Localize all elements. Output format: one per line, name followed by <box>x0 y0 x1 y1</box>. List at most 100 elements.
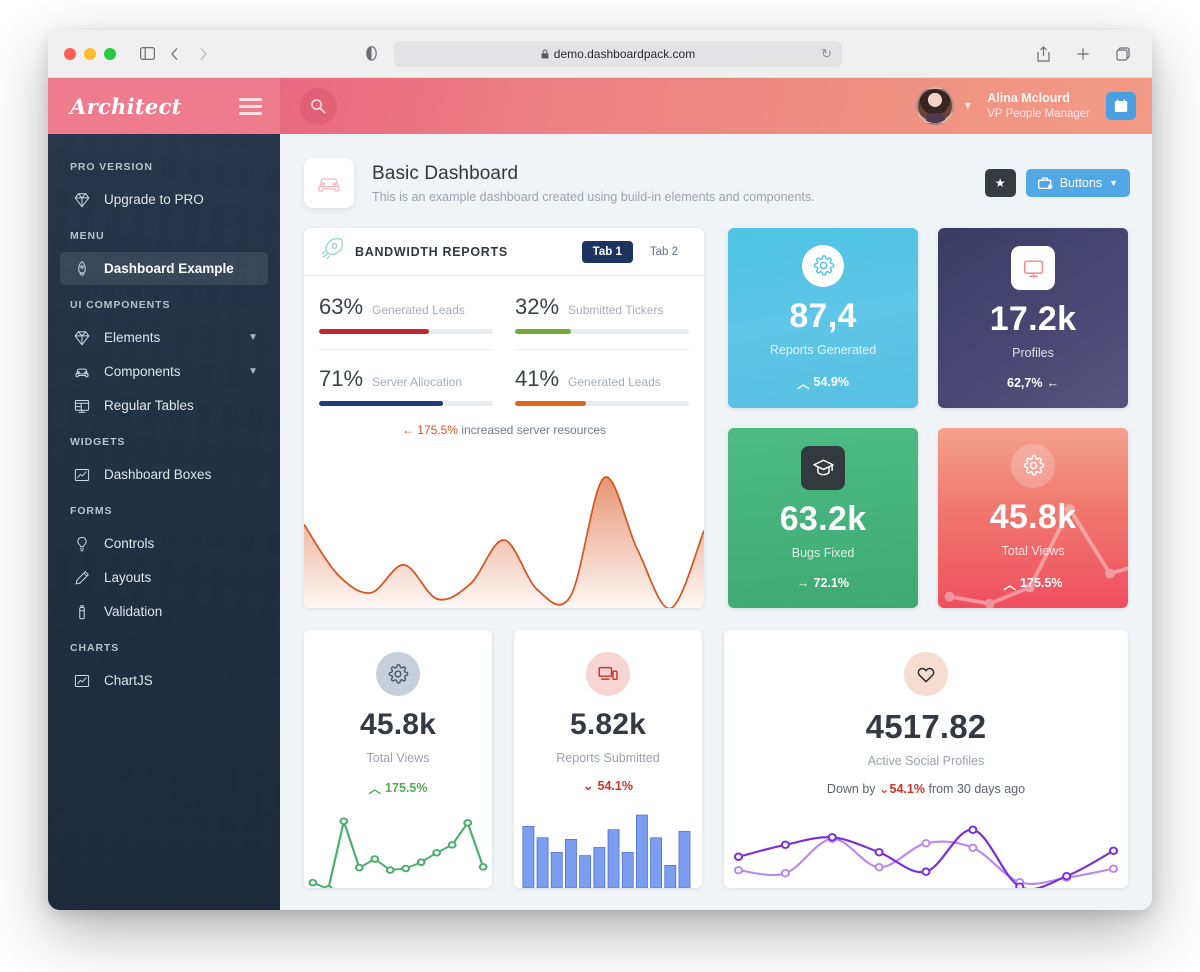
multi-line-chart-svg <box>733 825 1119 888</box>
page-header: Basic Dashboard This is an example dashb… <box>296 134 1136 228</box>
address-bar[interactable]: demo.dashboardpack.com ↻ <box>394 40 842 67</box>
bandwidth-tabs[interactable]: Tab 1 Tab 2 <box>581 240 689 263</box>
calendar-icon[interactable] <box>1106 92 1136 120</box>
sidebar-item-label: ChartJS <box>104 673 153 688</box>
widget-delta: ⌄ 54.1% <box>583 778 633 794</box>
hamburger-menu-icon[interactable] <box>239 97 262 115</box>
sidebar-item-label: Regular Tables <box>104 398 194 413</box>
chevron-down-icon[interactable]: ▼ <box>248 366 258 377</box>
sidebar-item-upgrade-to-pro[interactable]: Upgrade to PRO <box>60 183 268 216</box>
chevron-down-icon[interactable]: ▼ <box>962 100 973 112</box>
chart-icon <box>74 468 89 481</box>
sidebar: PRO VERSION Upgrade to PRO MENU Dashboard E… <box>48 134 280 910</box>
table-icon <box>74 399 89 413</box>
sidebar-toggle-icon[interactable] <box>134 41 160 67</box>
brand-zone: Architect <box>48 78 280 134</box>
gear-icon <box>802 244 844 287</box>
stat-value: 87,4 <box>789 296 857 335</box>
rocket-icon <box>72 259 91 278</box>
buttons-dropdown-button[interactable]: Buttons ▼ <box>1025 169 1130 197</box>
tab-overview-icon[interactable] <box>1110 41 1136 67</box>
widget-chart <box>304 803 492 888</box>
stat-tile-profiles[interactable]: 17.2k Profiles 62,7% ← <box>938 228 1128 408</box>
metric-1: 63% Generated Leads <box>319 294 493 349</box>
sidebar-item-validation[interactable]: Validation <box>60 595 268 628</box>
share-icon[interactable] <box>1030 41 1056 67</box>
user-menu[interactable]: ▼ Alina Mclourd VP People Manager <box>916 87 1136 125</box>
sidebar-item-label: Components <box>104 364 181 379</box>
sidebar-item-layouts[interactable]: Layouts <box>60 561 268 594</box>
privacy-shield-icon[interactable] <box>358 41 384 67</box>
stat-tile-reports-generated[interactable]: 87,4 Reports Generated ︿ 54.9% <box>728 228 918 408</box>
bandwidth-card-title: BANDWIDTH REPORTS <box>355 244 508 259</box>
window-traffic-lights[interactable] <box>64 47 116 60</box>
arrow-left-icon: ← <box>401 423 414 437</box>
minimize-window-button[interactable] <box>84 47 96 60</box>
area-chart-svg <box>304 476 704 608</box>
diamond-icon <box>72 328 91 347</box>
browser-chrome: demo.dashboardpack.com ↻ <box>48 30 1152 78</box>
sidebar-item-dashboard-example[interactable]: Dashboard Example <box>60 252 268 285</box>
bandwidth-metrics: 63% Generated Leads 32% Submitted Ticker… <box>319 294 689 421</box>
search-icon[interactable] <box>300 87 337 125</box>
new-tab-icon[interactable] <box>1070 41 1096 67</box>
browser-window: demo.dashboardpack.com ↻ Architect ▼ Ali… <box>48 30 1152 910</box>
arrow-up-icon: ︿ <box>1003 577 1017 592</box>
stat-label: Bugs Fixed <box>791 546 855 560</box>
monitor-icon <box>1023 259 1043 277</box>
reload-icon[interactable]: ↻ <box>821 46 832 62</box>
nav-section-heading: PRO VERSION <box>70 161 153 173</box>
chart-icon <box>72 465 91 484</box>
sidebar-item-components[interactable]: Components ▼ <box>60 355 268 388</box>
sidebar-item-controls[interactable]: Controls <box>60 527 268 560</box>
arrow-left-icon: ← <box>1046 376 1059 390</box>
stat-tile-bugs-fixed[interactable]: 63.2k Bugs Fixed → 72.1% <box>728 428 918 608</box>
pen-icon <box>75 570 89 584</box>
header-main: ▼ Alina Mclourd VP People Manager <box>280 78 1152 134</box>
stat-tile-total-views[interactable]: 45.8k Total Views ︿ 175.5% <box>938 428 1128 608</box>
heart-icon <box>917 667 935 683</box>
widget-delta: ︿ 175.5% <box>369 778 428 797</box>
table-icon <box>72 396 91 415</box>
pen-icon <box>72 568 91 587</box>
progress-fill <box>515 329 571 334</box>
tab-tab-2[interactable]: Tab 2 <box>639 241 689 263</box>
stat-delta-value: 54.9% <box>813 375 849 389</box>
metric-label: Submitted Tickers <box>568 303 664 317</box>
avatar[interactable] <box>916 87 955 125</box>
metric-percent: 32% <box>515 294 560 319</box>
metric-label: Generated Leads <box>372 303 465 317</box>
url-text: demo.dashboardpack.com <box>541 47 695 61</box>
metric-4: 41% Generated Leads <box>515 349 689 421</box>
widget-card-active-social-profiles: 4517.82 Active Social Profiles Down by ⌄… <box>724 630 1128 888</box>
stat-label: Total Views <box>1001 543 1065 558</box>
sidebar-item-chartjs[interactable]: ChartJS <box>60 664 268 697</box>
widget-chart <box>724 802 1128 888</box>
sidebar-item-elements[interactable]: Elements ▼ <box>60 321 268 354</box>
sidebar-item-dashboard-boxes[interactable]: Dashboard Boxes <box>60 458 268 491</box>
usb-icon <box>78 604 85 619</box>
bulb-icon <box>76 536 87 551</box>
bar-chart-svg <box>522 814 691 888</box>
sidebar-item-label: Validation <box>104 604 163 619</box>
sidebar-item-regular-tables[interactable]: Regular Tables <box>60 389 268 422</box>
bandwidth-note: ← 175.5% increased server resources <box>319 423 689 437</box>
maximize-window-button[interactable] <box>104 47 116 60</box>
brand-logo[interactable]: Architect <box>70 94 182 119</box>
back-icon[interactable] <box>162 41 188 67</box>
bandwidth-area-chart <box>304 437 704 608</box>
tab-tab-1[interactable]: Tab 1 <box>581 240 633 263</box>
widget-value: 45.8k <box>359 708 437 741</box>
widget-chart <box>514 799 702 888</box>
chart-icon <box>72 671 91 690</box>
briefcase-icon <box>1037 176 1053 189</box>
chevron-down-icon[interactable]: ▼ <box>248 332 258 343</box>
close-window-button[interactable] <box>64 47 76 60</box>
progress-bar <box>319 401 493 406</box>
note-prefix: Down by <box>826 782 876 796</box>
monitor-icon <box>1011 246 1055 290</box>
progress-bar <box>515 329 689 334</box>
sidebar-nav: PRO VERSION Upgrade to PRO MENU Dashboard E… <box>48 134 280 718</box>
star-icon[interactable]: ★ <box>984 169 1016 197</box>
forward-icon[interactable] <box>190 41 216 67</box>
